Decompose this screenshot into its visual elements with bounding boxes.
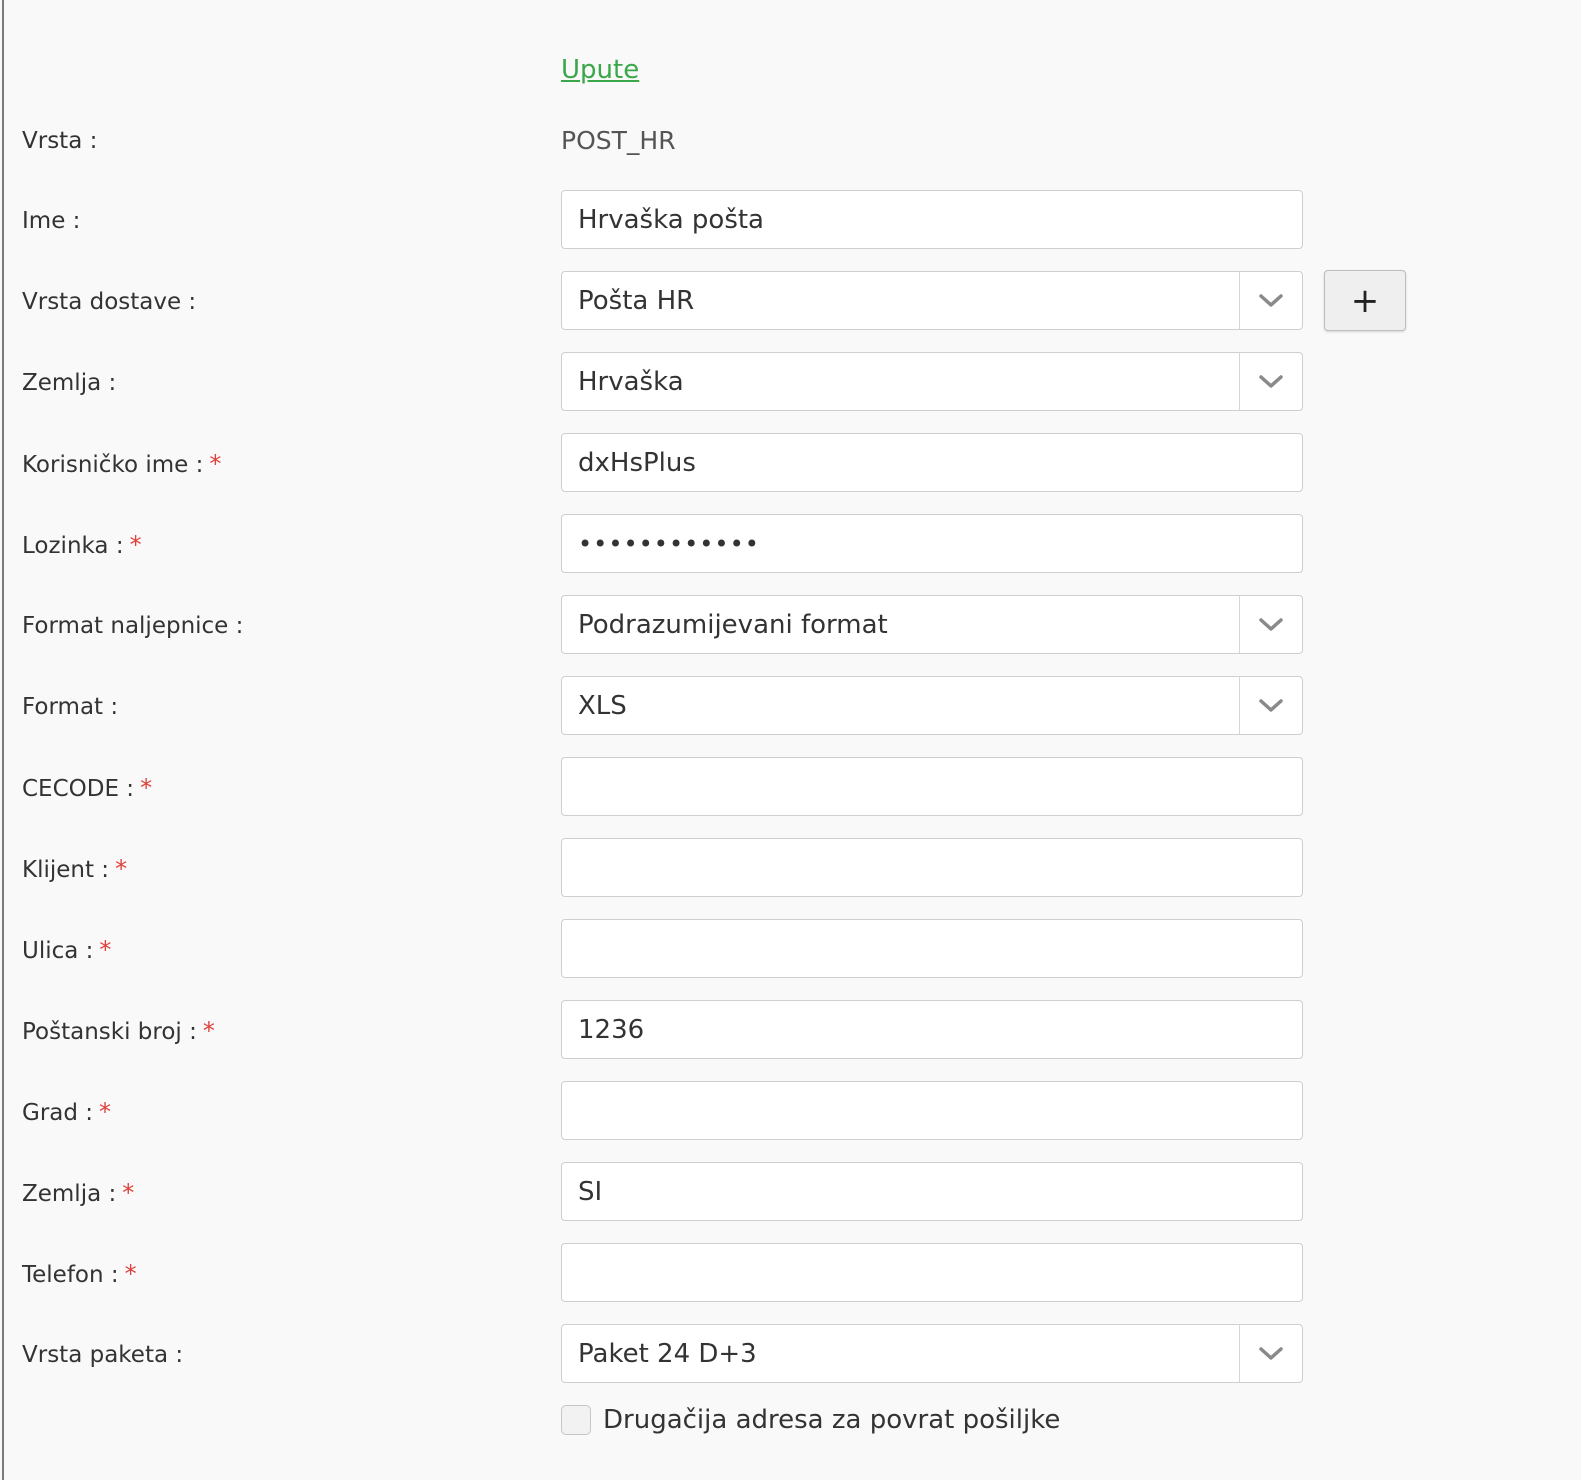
row-telefon: Telefon : * <box>0 1243 1581 1305</box>
vrsta-paketa-select[interactable]: Paket 24 D+3 <box>561 1324 1303 1383</box>
format-naljepnice-value: Podrazumijevani format <box>578 610 888 640</box>
grad-input[interactable] <box>561 1081 1303 1140</box>
required-marker: * <box>124 1260 137 1288</box>
format-naljepnice-select[interactable]: Podrazumijevani format <box>561 595 1303 654</box>
postanski-broj-value: 1236 <box>578 1015 645 1045</box>
zemlja-input[interactable]: SI <box>561 1162 1303 1221</box>
row-lozinka: Lozinka : * •••••••••••• <box>0 514 1581 576</box>
lozinka-input[interactable]: •••••••••••• <box>561 514 1303 573</box>
label-format-naljepnice: Format naljepnice : <box>22 613 244 639</box>
required-marker: * <box>129 531 142 559</box>
chevron-down-icon[interactable] <box>1240 596 1302 653</box>
return-address-checkbox-label[interactable]: Drugačija adresa za povrat pošiljke <box>603 1405 1060 1435</box>
korisnicko-ime-input[interactable]: dxHsPlus <box>561 433 1303 492</box>
required-marker: * <box>202 1017 215 1045</box>
label-zemlja-text: Zemlja : * <box>22 1179 135 1207</box>
return-address-checkbox-row[interactable]: Drugačija adresa za povrat pošiljke <box>561 1398 1060 1442</box>
chevron-down-icon[interactable] <box>1240 353 1302 410</box>
label-grad: Grad : * <box>22 1098 112 1126</box>
vrsta-value: POST_HR <box>561 126 676 155</box>
label-ime: Ime : <box>22 208 81 234</box>
row-korisnicko-ime: Korisničko ime : * dxHsPlus <box>0 433 1581 495</box>
row-vrsta-paketa: Vrsta paketa : Paket 24 D+3 <box>0 1324 1581 1386</box>
required-marker: * <box>115 855 128 883</box>
format-value: XLS <box>578 691 627 721</box>
label-lozinka: Lozinka : * <box>22 531 142 559</box>
label-vrsta: Vrsta : <box>22 128 98 154</box>
instructions-link[interactable]: Upute <box>561 46 639 94</box>
klijent-input[interactable] <box>561 838 1303 897</box>
label-zemlja-select: Zemlja : <box>22 370 117 396</box>
vrsta-dostave-value: Pošta HR <box>578 286 695 316</box>
row-klijent: Klijent : * <box>0 838 1581 900</box>
row-grad: Grad : * <box>0 1081 1581 1143</box>
label-ulica: Ulica : * <box>22 936 112 964</box>
add-delivery-type-button[interactable]: + <box>1324 270 1406 331</box>
lozinka-value: •••••••••••• <box>578 530 760 558</box>
ulica-input[interactable] <box>561 919 1303 978</box>
vrsta-paketa-value: Paket 24 D+3 <box>578 1339 757 1369</box>
row-vrsta: Vrsta : POST_HR <box>0 110 1581 172</box>
zemlja-select[interactable]: Hrvaška <box>561 352 1303 411</box>
row-format: Format : XLS <box>0 676 1581 738</box>
required-marker: * <box>140 774 153 802</box>
cecode-input[interactable] <box>561 757 1303 816</box>
required-marker: * <box>122 1179 135 1207</box>
format-select[interactable]: XLS <box>561 676 1303 735</box>
ime-input[interactable]: Hrvaška pošta <box>561 190 1303 249</box>
row-zemlja-select: Zemlja : Hrvaška <box>0 352 1581 414</box>
label-vrsta-paketa: Vrsta paketa : <box>22 1342 184 1368</box>
chevron-down-icon[interactable] <box>1240 1325 1302 1382</box>
chevron-down-icon[interactable] <box>1240 677 1302 734</box>
row-ime: Ime : Hrvaška pošta <box>0 190 1581 252</box>
label-vrsta-dostave: Vrsta dostave : <box>22 289 197 315</box>
label-telefon: Telefon : * <box>22 1260 137 1288</box>
zemlja-input-value: SI <box>578 1177 603 1207</box>
label-format: Format : <box>22 694 119 720</box>
row-cecode: CECODE : * <box>0 757 1581 819</box>
zemlja-select-value: Hrvaška <box>578 367 684 397</box>
carrier-settings-form: Upute Vrsta : POST_HR Ime : Hrvaška pošt… <box>0 0 1581 1480</box>
label-cecode: CECODE : * <box>22 774 153 802</box>
row-format-naljepnice: Format naljepnice : Podrazumijevani form… <box>0 595 1581 657</box>
vrsta-dostave-select[interactable]: Pošta HR <box>561 271 1303 330</box>
label-korisnicko-ime: Korisničko ime : * <box>22 450 222 478</box>
required-marker: * <box>99 1098 112 1126</box>
ime-input-value: Hrvaška pošta <box>578 205 764 235</box>
label-postanski-broj: Poštanski broj : * <box>22 1017 215 1045</box>
label-klijent: Klijent : * <box>22 855 128 883</box>
row-postanski-broj: Poštanski broj : * 1236 <box>0 1000 1581 1062</box>
row-zemlja-text: Zemlja : * SI <box>0 1162 1581 1224</box>
required-marker: * <box>99 936 112 964</box>
row-ulica: Ulica : * <box>0 919 1581 981</box>
korisnicko-ime-value: dxHsPlus <box>578 448 696 478</box>
chevron-down-icon[interactable] <box>1240 272 1302 329</box>
required-marker: * <box>209 450 222 478</box>
return-address-checkbox[interactable] <box>561 1405 591 1435</box>
postanski-broj-input[interactable]: 1236 <box>561 1000 1303 1059</box>
telefon-input[interactable] <box>561 1243 1303 1302</box>
